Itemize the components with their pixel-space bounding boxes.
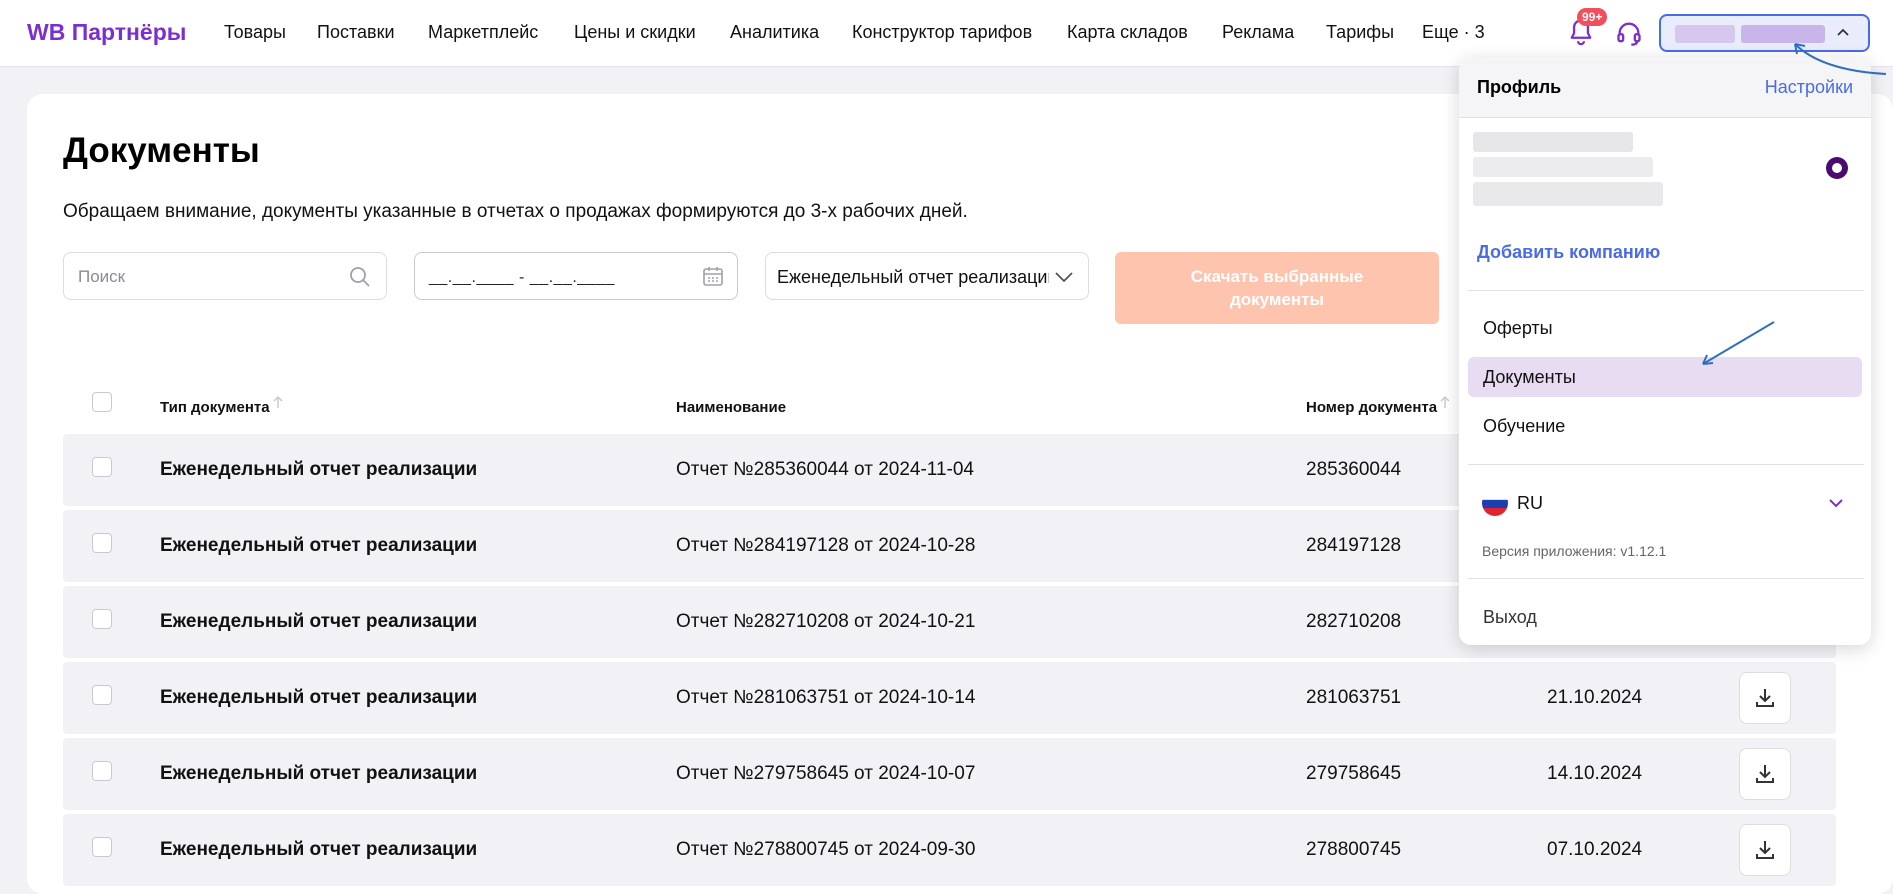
annotation-arrows <box>1702 43 1887 365</box>
